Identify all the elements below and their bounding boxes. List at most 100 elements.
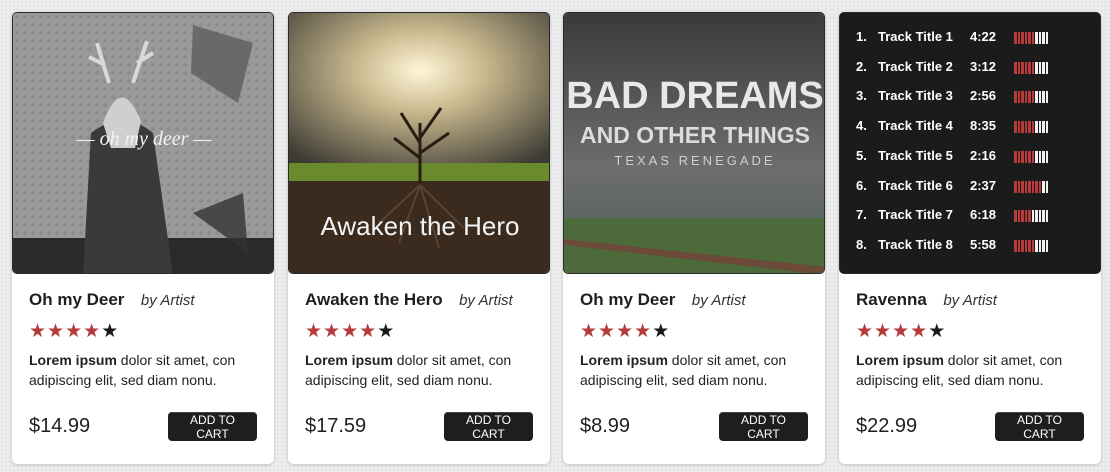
track-row[interactable]: 4. Track Title 4 8:35 — [856, 118, 1086, 138]
meter-segment — [1031, 61, 1034, 74]
track-level-meter — [1014, 150, 1048, 163]
star-filled-icon[interactable]: ★ — [83, 321, 101, 342]
track-title: Track Title 8 — [878, 236, 953, 252]
product-description: Lorem ipsum dolor sit amet, con adipisci… — [29, 350, 259, 390]
star-filled-icon[interactable]: ★ — [616, 321, 634, 342]
star-filled-icon[interactable]: ★ — [65, 321, 83, 342]
album-cover[interactable]: — oh my deer — — [12, 12, 274, 274]
star-empty-icon[interactable]: ★ — [652, 321, 670, 342]
star-filled-icon[interactable]: ★ — [29, 321, 47, 342]
star-filled-icon[interactable]: ★ — [910, 321, 928, 342]
meter-segment — [1017, 91, 1020, 104]
product-title[interactable]: Oh my Deer — [29, 290, 124, 309]
meter-segment — [1017, 180, 1020, 193]
meter-segment — [1038, 180, 1041, 193]
album-cover[interactable]: BAD DREAMS AND OTHER THINGS TEXAS RENEGA… — [563, 12, 825, 274]
add-to-cart-button[interactable]: ADD TO CART — [444, 412, 533, 441]
meter-segment — [1014, 239, 1017, 252]
star-filled-icon[interactable]: ★ — [323, 321, 341, 342]
meter-segment — [1021, 180, 1024, 193]
meter-segment — [1035, 180, 1038, 193]
meter-segment — [1038, 210, 1041, 223]
track-level-meter — [1014, 239, 1048, 252]
meter-segment — [1017, 121, 1020, 134]
star-filled-icon[interactable]: ★ — [892, 321, 910, 342]
star-empty-icon[interactable]: ★ — [928, 321, 946, 342]
product-title[interactable]: Awaken the Hero — [305, 290, 443, 309]
description-bold: Lorem ipsum — [580, 352, 668, 368]
track-row[interactable]: 2. Track Title 2 3:12 — [856, 59, 1086, 79]
star-filled-icon[interactable]: ★ — [47, 321, 65, 342]
track-title: Track Title 1 — [878, 29, 953, 44]
album-cover[interactable]: 1. Track Title 1 4:22 2. Track Title 2 3:12 3.… — [839, 12, 1101, 274]
meter-segment — [1024, 180, 1027, 193]
star-filled-icon[interactable]: ★ — [341, 321, 359, 342]
meter-segment — [1031, 239, 1034, 252]
track-row[interactable]: 7. Track Title 7 6:18 — [856, 207, 1086, 227]
description-bold: Lorem ipsum — [305, 352, 393, 368]
meter-segment — [1042, 61, 1045, 74]
star-filled-icon[interactable]: ★ — [874, 321, 892, 342]
meter-segment — [1021, 150, 1024, 163]
star-filled-icon[interactable]: ★ — [305, 321, 323, 342]
product-price: $22.99 — [856, 415, 918, 437]
track-number: 2. — [856, 58, 867, 74]
product-title[interactable]: Ravenna — [856, 290, 927, 309]
star-filled-icon[interactable]: ★ — [359, 321, 377, 342]
cover-title-line2: AND OTHER THINGS — [580, 122, 810, 148]
star-empty-icon[interactable]: ★ — [101, 321, 119, 342]
star-filled-icon[interactable]: ★ — [580, 321, 598, 342]
star-filled-icon[interactable]: ★ — [634, 321, 652, 342]
meter-segment — [1045, 121, 1048, 134]
track-row[interactable]: 6. Track Title 6 2:37 — [856, 178, 1086, 198]
meter-segment — [1028, 91, 1031, 104]
meter-segment — [1038, 32, 1041, 44]
track-title: Track Title 7 — [878, 207, 953, 223]
meter-segment — [1035, 91, 1038, 104]
meter-segment — [1024, 239, 1027, 252]
track-title: Track Title 4 — [878, 118, 953, 134]
meter-segment — [1035, 239, 1038, 252]
star-rating: ★★★★★ — [29, 320, 259, 342]
add-to-cart-button[interactable]: ADD TO CART — [168, 412, 257, 441]
star-filled-icon[interactable]: ★ — [856, 321, 874, 342]
track-row[interactable]: 5. Track Title 5 2:16 — [856, 148, 1086, 168]
track-level-meter — [1014, 180, 1048, 193]
meter-segment — [1035, 61, 1038, 74]
meter-segment — [1017, 150, 1020, 163]
meter-segment — [1021, 210, 1024, 223]
meter-segment — [1021, 91, 1024, 104]
meter-segment — [1042, 91, 1045, 104]
track-row[interactable]: 1. Track Title 1 4:22 — [856, 29, 1086, 49]
product-title[interactable]: Oh my Deer — [580, 290, 675, 309]
meter-segment — [1045, 210, 1048, 223]
add-to-cart-button[interactable]: ADD TO CART — [719, 412, 808, 441]
meter-segment — [1031, 180, 1034, 193]
meter-segment — [1028, 121, 1031, 134]
meter-segment — [1024, 210, 1027, 223]
product-artist: by Artist — [691, 292, 746, 309]
track-duration: 2:37 — [970, 177, 997, 193]
meter-segment — [1042, 210, 1045, 223]
track-row[interactable]: 8. Track Title 8 5:58 — [856, 237, 1086, 257]
track-level-meter — [1014, 210, 1048, 223]
track-duration: 2:56 — [970, 88, 997, 104]
meter-segment — [1031, 210, 1034, 223]
star-empty-icon[interactable]: ★ — [377, 321, 395, 342]
product-artist: by Artist — [140, 292, 195, 309]
meter-segment — [1021, 32, 1024, 44]
meter-segment — [1035, 121, 1038, 134]
description-bold: Lorem ipsum — [856, 352, 944, 368]
track-row[interactable]: 3. Track Title 3 2:56 — [856, 88, 1086, 108]
meter-segment — [1021, 239, 1024, 252]
add-to-cart-button[interactable]: ADD TO CART — [995, 412, 1084, 441]
album-cover[interactable]: Awaken the Hero — [288, 12, 550, 274]
track-duration: 6:18 — [970, 207, 997, 223]
track-title: Track Title 5 — [878, 147, 953, 163]
track-title: Track Title 2 — [878, 58, 953, 74]
track-title: Track Title 3 — [878, 88, 953, 104]
meter-segment — [1017, 239, 1020, 252]
star-filled-icon[interactable]: ★ — [598, 321, 616, 342]
product-card: BAD DREAMS AND OTHER THINGS TEXAS RENEGA… — [563, 12, 825, 464]
meter-segment — [1028, 210, 1031, 223]
